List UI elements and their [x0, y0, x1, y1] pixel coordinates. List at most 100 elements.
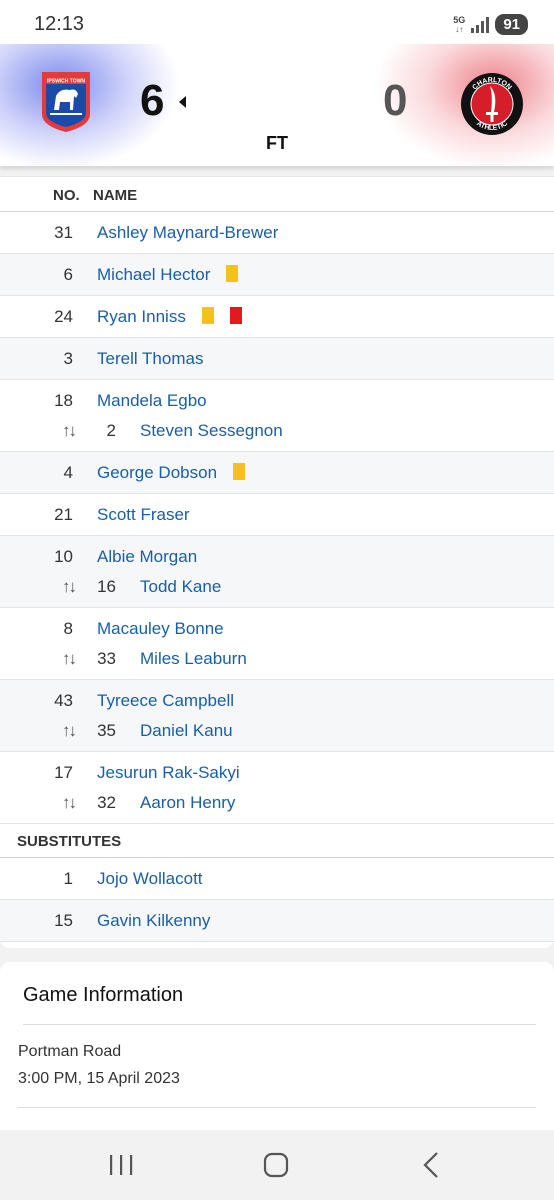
player-name-link[interactable]: Gavin Kilkenny [97, 911, 210, 931]
player-number: 8 [63, 619, 73, 638]
game-information-title: Game Information [23, 984, 184, 1006]
player-row: 4 George Dobson [0, 452, 554, 494]
battery-icon: 91 [495, 14, 528, 35]
player-name-link[interactable]: Ryan Inniss [97, 307, 186, 327]
substitute-row: 15 Gavin Kilkenny [0, 900, 554, 942]
substitution-icon: ↑↓ [62, 649, 77, 668]
sub-player-name-link[interactable]: Daniel Kanu [140, 721, 233, 741]
player-row: 3 Terell Thomas [0, 338, 554, 380]
sub-player-number: 16 [97, 577, 116, 596]
player-name-link[interactable]: Albie Morgan [97, 547, 197, 567]
substitutes-header: SUBSTITUTES [0, 824, 554, 858]
player-number: 21 [54, 505, 73, 524]
yellow-card-icon [226, 265, 238, 282]
player-name-link[interactable]: Scott Fraser [97, 505, 190, 525]
player-line: 21 Scott Fraser [0, 500, 554, 530]
yellow-card-icon [233, 463, 245, 480]
player-line: 3 Terell Thomas [0, 344, 554, 374]
divider [18, 1107, 536, 1108]
player-line: 18 Mandela Egbo [0, 386, 554, 416]
status-time: 12:13 [34, 13, 85, 35]
column-header-number: NO. [53, 187, 80, 204]
player-number: 24 [54, 307, 73, 326]
player-row: 17 Jesurun Rak-Sakyi ↑↓ 32 Aaron Henry [0, 752, 554, 824]
player-number: 4 [63, 463, 73, 482]
player-name-link[interactable]: Jojo Wollacott [97, 869, 203, 889]
player-name-link[interactable]: Ashley Maynard-Brewer [97, 223, 278, 243]
player-row: 18 Mandela Egbo ↑↓ 2 Steven Sessegnon [0, 380, 554, 452]
substitutes-list: 1 Jojo Wollacott 15 Gavin Kilkenny [0, 858, 554, 942]
sub-player-number: 2 [106, 421, 116, 440]
substitution-icon: ↑↓ [62, 721, 77, 740]
navigation-bar [0, 1130, 554, 1200]
player-name-link[interactable]: Jesurun Rak-Sakyi [97, 763, 240, 783]
player-name-link[interactable]: Tyreece Campbell [97, 691, 234, 711]
player-line: 6 Michael Hector [0, 260, 554, 290]
substitution-icon: ↑↓ [62, 793, 77, 812]
starters-list: 31 Ashley Maynard-Brewer 6 Michael Hector 24… [0, 212, 554, 824]
player-number: 43 [54, 691, 73, 710]
player-row: 10 Albie Morgan ↑↓ 16 Todd Kane [0, 536, 554, 608]
sub-player-name-link[interactable]: Todd Kane [140, 577, 221, 597]
home-icon[interactable] [256, 1148, 296, 1182]
player-line: 17 Jesurun Rak-Sakyi [0, 758, 554, 788]
kickoff-datetime: 3:00 PM, 15 April 2023 [18, 1070, 180, 1087]
substitution-line: ↑↓ 2 Steven Sessegnon [0, 416, 554, 446]
player-line: 8 Macauley Bonne [0, 614, 554, 644]
substitution-line: ↑↓ 35 Daniel Kanu [0, 716, 554, 746]
player-number: 6 [63, 265, 73, 284]
scoreboard: IPSWICH TOWN 6 FT 0 CHARLTON ATHLETIC [0, 40, 554, 166]
sub-player-number: 33 [97, 649, 116, 668]
player-line: 31 Ashley Maynard-Brewer [0, 218, 554, 248]
divider [23, 1024, 536, 1025]
red-card-icon [230, 307, 242, 324]
charlton-athletic-crest-icon[interactable]: CHARLTON ATHLETIC [460, 72, 524, 136]
venue: Portman Road [18, 1043, 122, 1060]
player-row: 21 Scott Fraser [0, 494, 554, 536]
yellow-card-icon [202, 307, 214, 324]
5g-icon: 5G ↓↑ [453, 14, 466, 34]
player-name-link[interactable]: Michael Hector [97, 265, 210, 285]
sub-player-name-link[interactable]: Miles Leaburn [140, 649, 247, 669]
player-name-link[interactable]: Terell Thomas [97, 349, 203, 369]
sub-player-name-link[interactable]: Aaron Henry [140, 793, 235, 813]
player-line: 24 Ryan Inniss [0, 302, 554, 332]
player-line: 1 Jojo Wollacott [0, 864, 554, 894]
player-number: 17 [54, 763, 73, 782]
substitution-line: ↑↓ 33 Miles Leaburn [0, 644, 554, 674]
substitutes-title: SUBSTITUTES [17, 833, 122, 850]
player-name-link[interactable]: George Dobson [97, 463, 217, 483]
winner-marker-icon [179, 96, 186, 108]
substitution-line: ↑↓ 16 Todd Kane [0, 572, 554, 602]
sub-player-name-link[interactable]: Steven Sessegnon [140, 421, 283, 441]
sub-player-number: 32 [97, 793, 116, 812]
column-header-name: NAME [93, 187, 138, 204]
svg-text:IPSWICH TOWN: IPSWICH TOWN [47, 79, 85, 85]
player-line: 4 George Dobson [0, 458, 554, 488]
player-number: 15 [54, 911, 73, 930]
home-score: 6 [140, 76, 165, 125]
lineup-card: NO. NAME 31 Ashley Maynard-Brewer 6 Michael… [0, 176, 554, 948]
player-name-link[interactable]: Mandela Egbo [97, 391, 207, 411]
away-score: 0 [383, 76, 408, 125]
player-row: 24 Ryan Inniss [0, 296, 554, 338]
substitution-icon: ↑↓ [62, 577, 77, 596]
player-number: 18 [54, 391, 73, 410]
recent-apps-icon[interactable] [101, 1148, 141, 1182]
player-line: 43 Tyreece Campbell [0, 686, 554, 716]
player-name-link[interactable]: Macauley Bonne [97, 619, 224, 639]
status-bar: 12:13 5G ↓↑ 91 [0, 0, 554, 44]
player-number: 1 [63, 869, 73, 888]
game-information-card: Game Information Portman Road 3:00 PM, 1… [0, 962, 554, 1130]
player-line: 10 Albie Morgan [0, 542, 554, 572]
player-row: 8 Macauley Bonne ↑↓ 33 Miles Leaburn [0, 608, 554, 680]
sub-player-number: 35 [97, 721, 116, 740]
status-icons: 5G ↓↑ 91 [453, 14, 528, 35]
back-icon[interactable] [412, 1148, 452, 1182]
lineup-header: NO. NAME [0, 176, 554, 212]
substitute-row: 1 Jojo Wollacott [0, 858, 554, 900]
player-number: 31 [54, 223, 73, 242]
player-row: 43 Tyreece Campbell ↑↓ 35 Daniel Kanu [0, 680, 554, 752]
player-row: 6 Michael Hector [0, 254, 554, 296]
ipswich-town-crest-icon[interactable]: IPSWICH TOWN [40, 70, 92, 134]
